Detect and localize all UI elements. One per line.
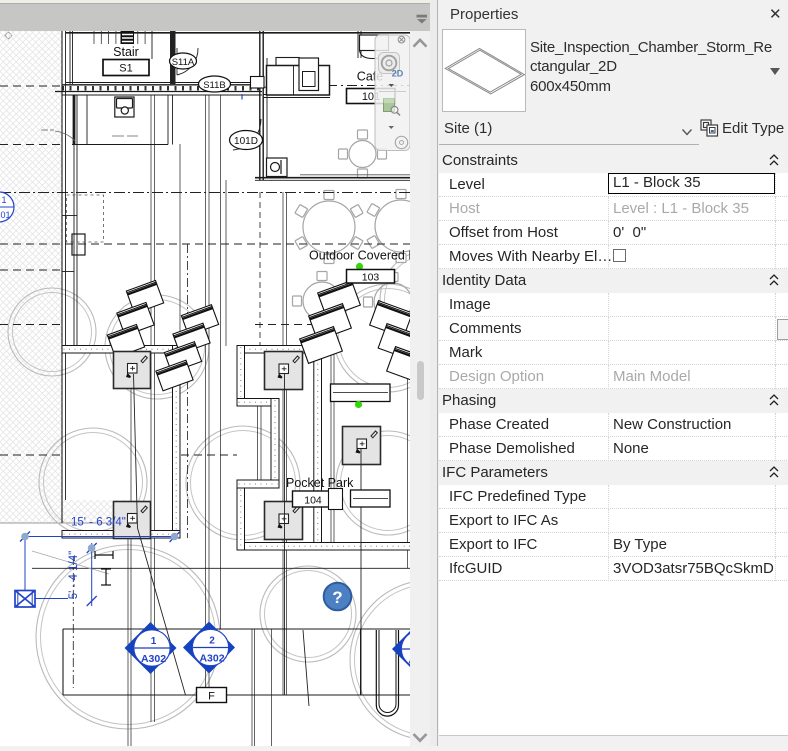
svg-text:103: 103 <box>362 272 380 284</box>
svg-text:S11A: S11A <box>172 57 195 68</box>
svg-text:15' - 6 3/4": 15' - 6 3/4" <box>71 517 126 529</box>
svg-text:A302: A302 <box>141 653 166 665</box>
svg-text:Stair: Stair <box>113 45 139 59</box>
svg-text:104: 104 <box>304 495 322 507</box>
svg-text:101D: 101D <box>234 136 258 147</box>
svg-text:?: ? <box>332 588 342 607</box>
svg-text:2: 2 <box>209 636 215 647</box>
svg-text:2D: 2D <box>392 69 404 79</box>
svg-text:Pocket Park: Pocket Park <box>286 476 354 490</box>
svg-text:1: 1 <box>151 636 157 647</box>
svg-text:301: 301 <box>0 210 11 220</box>
svg-text:5' - 4 1/4": 5' - 4 1/4" <box>68 551 80 599</box>
svg-text:S1: S1 <box>119 63 132 75</box>
svg-text:A302: A302 <box>199 653 224 665</box>
svg-text:1: 1 <box>1 195 6 205</box>
svg-text:S11B: S11B <box>203 80 226 91</box>
svg-text:Outdoor Covered Din: Outdoor Covered Din <box>309 249 410 263</box>
svg-text:F: F <box>208 691 215 703</box>
